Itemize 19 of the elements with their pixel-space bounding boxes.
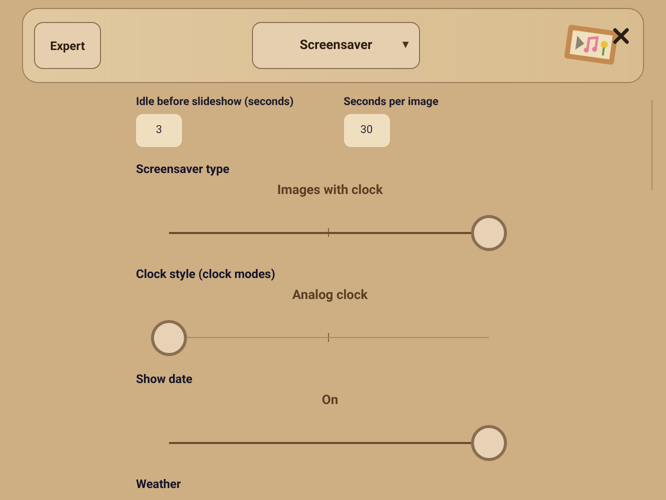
- setting-label: Screensaver type: [136, 161, 230, 177]
- dropdown-arrow: ▼: [400, 37, 411, 54]
- mode-dropdown[interactable]: Screensaver ▼: [252, 22, 420, 69]
- slider-thumb[interactable]: [471, 215, 507, 251]
- slider-thumb[interactable]: [151, 320, 187, 356]
- number-field[interactable]: 30: [344, 114, 390, 147]
- setting-label: Clock style (clock modes): [136, 266, 276, 282]
- setting-value: Images with clock: [276, 183, 384, 199]
- setting-value: Analog clock: [291, 288, 369, 304]
- slider-thumb[interactable]: [471, 425, 507, 461]
- number-field[interactable]: 3: [136, 114, 182, 147]
- field-label: Seconds per image: [344, 95, 438, 109]
- setting-label: Show date: [136, 371, 194, 387]
- dropdown-value: Screensaver: [300, 36, 372, 55]
- close-icon[interactable]: [613, 28, 629, 44]
- field-label: Idle before slideshow (seconds): [136, 95, 294, 109]
- setting-value: On: [320, 393, 340, 409]
- setting-label: Weather: [136, 476, 182, 492]
- expert-button[interactable]: Expert: [34, 22, 101, 69]
